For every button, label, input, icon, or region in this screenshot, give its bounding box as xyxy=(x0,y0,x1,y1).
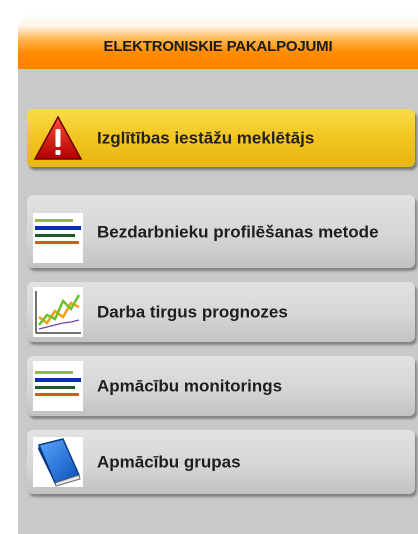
menu-item-label: Apmācību grupas xyxy=(97,452,241,472)
line-chart-icon xyxy=(33,287,83,337)
menu-item-training-groups[interactable]: Apmācību grupas xyxy=(27,430,415,494)
warning-icon xyxy=(33,115,83,161)
lines-icon xyxy=(33,361,83,411)
menu-item-labour-market-forecasts[interactable]: Darba tirgus prognozes xyxy=(27,282,415,342)
menu-item-education-search[interactable]: Izglītības iestāžu meklētājs xyxy=(27,109,415,167)
menu-title: ELEKTRONISKIE PAKALPOJUMI xyxy=(103,38,333,55)
menu-item-label: Izglītības iestāžu meklētājs xyxy=(97,128,315,148)
lines-icon xyxy=(33,212,83,263)
menu-item-label: Bezdarbnieku profilēšanas metode xyxy=(97,222,379,241)
menu-item-training-monitoring[interactable]: Apmācību monitorings xyxy=(27,356,415,416)
book-icon xyxy=(33,437,83,487)
menu-item-label: Darba tirgus prognozes xyxy=(97,302,288,322)
menu-item-label: Apmācību monitorings xyxy=(97,376,283,396)
menu-item-unemployed-profiling[interactable]: Bezdarbnieku profilēšanas metode xyxy=(27,195,415,268)
menu-header: ELEKTRONISKIE PAKALPOJUMI xyxy=(18,14,418,69)
services-menu-panel: ELEKTRONISKIE PAKALPOJUMI Izglītības ies… xyxy=(18,14,418,534)
